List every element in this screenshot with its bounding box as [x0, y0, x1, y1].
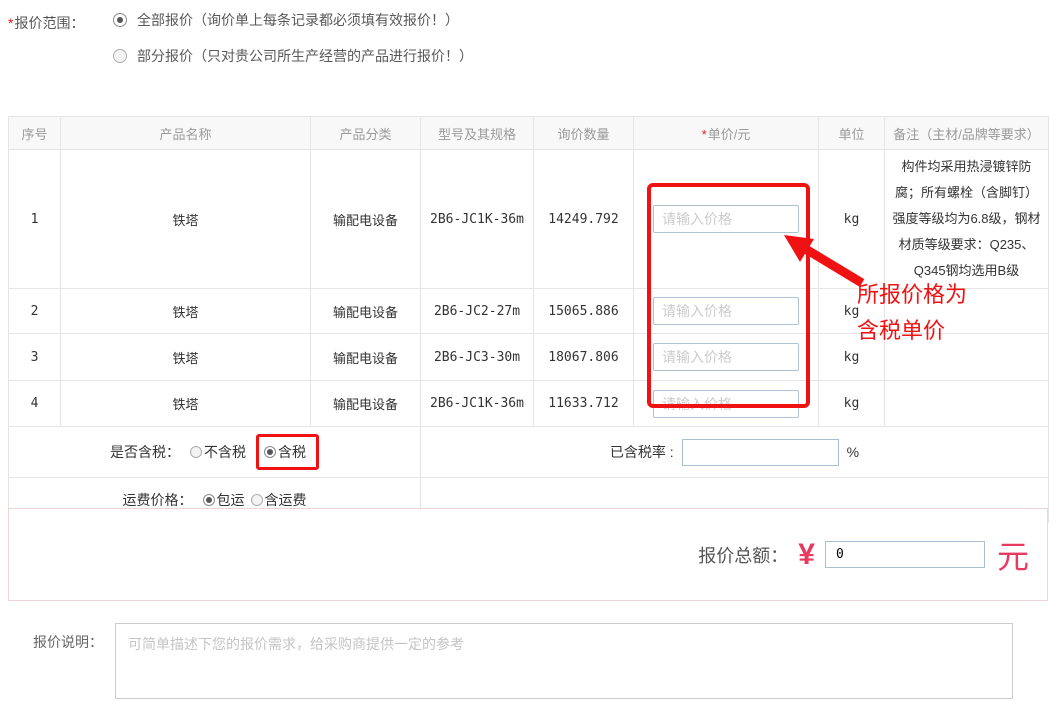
header-no: 序号	[9, 117, 61, 150]
radio-tax-excluded[interactable]	[190, 446, 202, 458]
table-row: 1 铁塔 输配电设备 2B6-JC1K-36m 14249.792 kg 构件均…	[9, 150, 1049, 289]
cell-no: 4	[9, 381, 61, 427]
cell-qty: 15065.886	[534, 289, 634, 334]
price-input-2[interactable]	[653, 297, 799, 325]
cell-model: 2B6-JC1K-36m	[421, 381, 534, 427]
tax-label: 是否含税：	[110, 442, 180, 462]
cell-qty: 14249.792	[534, 150, 634, 289]
cell-remark	[885, 289, 1049, 334]
note-label: 报价说明：	[33, 632, 103, 652]
cell-price	[634, 334, 819, 381]
scope-option-partial-label: 部分报价（只对贵公司所生产经营的产品进行报价！）	[137, 46, 473, 66]
freight-option-extra[interactable]: 含运费	[251, 490, 307, 510]
header-remark: 备注（主材/品牌等要求）	[885, 117, 1049, 150]
currency-yuan-icon: ¥	[798, 538, 815, 572]
header-price: *单价/元	[634, 117, 819, 150]
cell-category: 输配电设备	[311, 289, 421, 334]
required-asterisk: *	[8, 15, 13, 31]
cell-remark	[885, 381, 1049, 427]
quote-total-section: 报价总额： ¥ 元	[8, 508, 1048, 601]
cell-unit: kg	[819, 381, 885, 427]
tax-option-included[interactable]: 含税	[264, 442, 306, 462]
price-input-1[interactable]	[653, 205, 799, 233]
cell-product-name: 铁塔	[61, 334, 311, 381]
radio-partial-quote[interactable]	[113, 49, 127, 63]
freight-option-included[interactable]: 包运	[203, 490, 245, 510]
cell-remark: 构件均采用热浸镀锌防腐；所有螺栓（含脚钉）强度等级均为6.8级，钢材材质等级要求…	[885, 150, 1049, 289]
quote-note-textarea[interactable]	[115, 623, 1013, 699]
table-header-row: 序号 产品名称 产品分类 型号及其规格 询价数量 *单价/元 单位 备注（主材/…	[9, 117, 1049, 150]
cell-remark	[885, 334, 1049, 381]
cell-product-name: 铁塔	[61, 381, 311, 427]
cell-product-name: 铁塔	[61, 289, 311, 334]
cell-no: 2	[9, 289, 61, 334]
cell-category: 输配电设备	[311, 150, 421, 289]
scope-option-partial[interactable]: 部分报价（只对贵公司所生产经营的产品进行报价！）	[113, 46, 473, 66]
cell-category: 输配电设备	[311, 334, 421, 381]
table-row: 3 铁塔 输配电设备 2B6-JC3-30m 18067.806 kg	[9, 334, 1049, 381]
header-model: 型号及其规格	[421, 117, 534, 150]
tax-row: 是否含税： 不含税 含税	[9, 427, 1049, 478]
header-qty: 询价数量	[534, 117, 634, 150]
cell-qty: 18067.806	[534, 334, 634, 381]
cell-qty: 11633.712	[534, 381, 634, 427]
total-label: 报价总额：	[698, 542, 788, 568]
cell-price	[634, 289, 819, 334]
quote-scope-label: *报价范围：	[8, 13, 84, 33]
quote-form-page: *报价范围： 全部报价（询价单上每条记录都必须填有效报价！） 部分报价（只对贵公…	[0, 0, 1055, 711]
tax-included-highlight-box: 含税	[256, 434, 319, 470]
cell-price	[634, 381, 819, 427]
radio-freight-included[interactable]	[203, 494, 215, 506]
cell-model: 2B6-JC1K-36m	[421, 150, 534, 289]
total-amount-input[interactable]	[825, 541, 985, 568]
table-row: 4 铁塔 输配电设备 2B6-JC1K-36m 11633.712 kg	[9, 381, 1049, 427]
quote-table: 序号 产品名称 产品分类 型号及其规格 询价数量 *单价/元 单位 备注（主材/…	[8, 116, 1049, 523]
cell-unit: kg	[819, 150, 885, 289]
cell-model: 2B6-JC2-27m	[421, 289, 534, 334]
tax-rate-input[interactable]	[682, 439, 839, 466]
scope-option-all[interactable]: 全部报价（询价单上每条记录都必须填有效报价！）	[113, 10, 459, 30]
cell-no: 1	[9, 150, 61, 289]
cell-category: 输配电设备	[311, 381, 421, 427]
cell-price	[634, 150, 819, 289]
header-category: 产品分类	[311, 117, 421, 150]
header-name: 产品名称	[61, 117, 311, 150]
freight-label: 运费价格：	[123, 490, 193, 510]
cell-model: 2B6-JC3-30m	[421, 334, 534, 381]
tax-option-excluded[interactable]: 不含税	[190, 442, 246, 462]
table-row: 2 铁塔 输配电设备 2B6-JC2-27m 15065.886 kg	[9, 289, 1049, 334]
radio-all-quote[interactable]	[113, 13, 127, 27]
total-unit-label: 元	[997, 532, 1029, 578]
cell-unit: kg	[819, 289, 885, 334]
cell-no: 3	[9, 334, 61, 381]
scope-option-all-label: 全部报价（询价单上每条记录都必须填有效报价！）	[137, 10, 459, 30]
radio-freight-extra[interactable]	[251, 494, 263, 506]
price-input-4[interactable]	[653, 390, 799, 418]
price-input-3[interactable]	[653, 343, 799, 371]
radio-tax-included[interactable]	[264, 446, 276, 458]
cell-product-name: 铁塔	[61, 150, 311, 289]
tax-rate-label: 已含税率 :	[610, 442, 674, 462]
tax-rate-unit: %	[847, 444, 859, 460]
cell-unit: kg	[819, 334, 885, 381]
header-unit: 单位	[819, 117, 885, 150]
